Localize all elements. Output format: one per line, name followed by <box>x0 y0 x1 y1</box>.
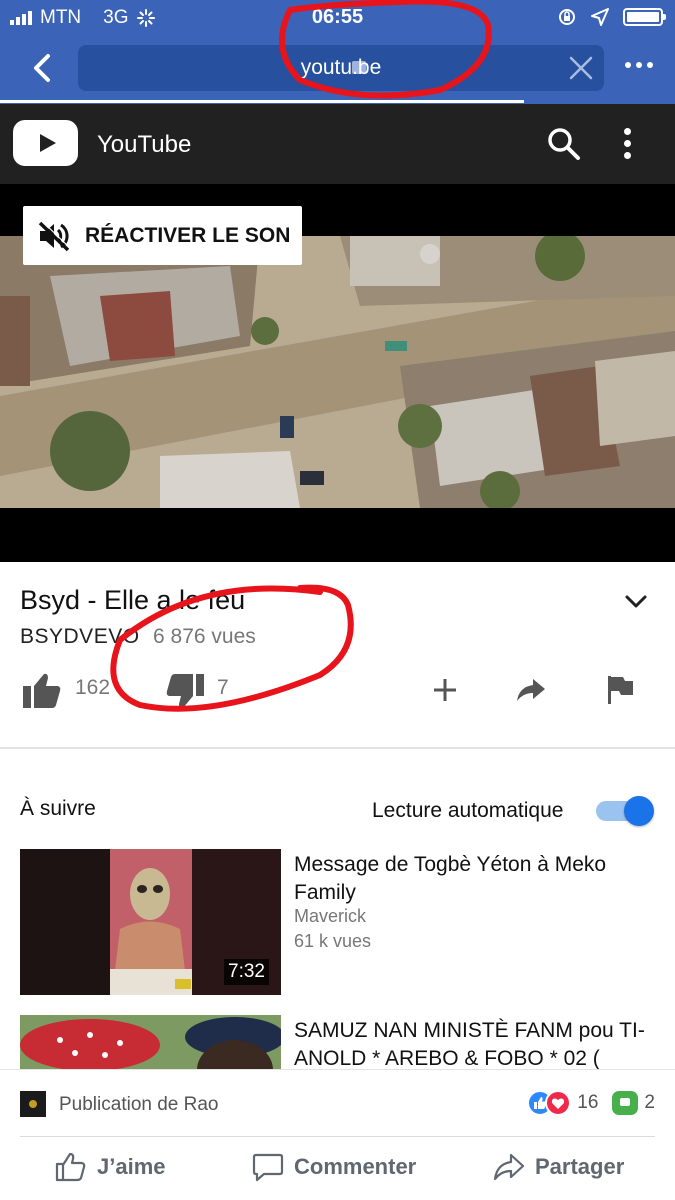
up-next-channel: Maverick <box>294 906 367 926</box>
browser-top-bar: MTN 3G 06:55 youtu.be <box>0 0 675 104</box>
battery-icon <box>623 8 666 26</box>
status-bar: MTN 3G 06:55 <box>0 0 675 36</box>
thumbs-up-outline-icon <box>55 1152 86 1182</box>
autoplay-label: Lecture automatique <box>372 799 564 822</box>
comment-icon <box>252 1153 284 1182</box>
love-reaction-icon <box>545 1090 572 1116</box>
comment-label: Commenter <box>294 1154 417 1179</box>
like-count: 162 <box>75 676 111 699</box>
share-label: Partager <box>535 1154 625 1179</box>
app-name: YouTube <box>97 131 192 158</box>
back-button[interactable] <box>28 52 58 84</box>
chevron-down-icon[interactable] <box>624 592 648 612</box>
reaction-count: 16 <box>577 1092 599 1113</box>
channel-name[interactable]: BSYDVEVO <box>20 625 140 649</box>
url-text: youtu.be <box>300 56 382 79</box>
video-duration: 7:32 <box>224 959 269 985</box>
divider <box>20 1136 655 1137</box>
like-button[interactable]: J’aime <box>55 1152 166 1182</box>
share-icon[interactable] <box>515 676 547 704</box>
volume-off-icon <box>38 220 71 252</box>
thumbs-down-icon[interactable] <box>165 672 205 710</box>
up-next-title[interactable]: SAMUZ NAN MINISTÈ FANM pou TI-ANOLD * AR… <box>294 1017 654 1069</box>
like-label: J’aime <box>97 1154 166 1179</box>
page-avatar[interactable] <box>20 1091 46 1117</box>
comment-count: 2 <box>644 1092 655 1113</box>
up-next-title[interactable]: Message de Togbè Yéton à Meko Family <box>294 851 654 907</box>
flag-icon[interactable] <box>605 674 635 706</box>
unmute-button[interactable]: RÉACTIVER LE SON <box>23 206 302 265</box>
more-horizontal-icon[interactable] <box>625 62 653 68</box>
video-actions: 162 7 <box>0 668 675 718</box>
share-button[interactable]: Partager <box>493 1152 624 1182</box>
up-next-item[interactable]: 7:32 Message de Togbè Yéton à Meko Famil… <box>20 849 655 997</box>
reactions-summary[interactable]: 16 2 <box>527 1090 655 1116</box>
add-to-playlist-icon[interactable] <box>431 676 459 704</box>
search-icon[interactable] <box>546 126 582 162</box>
divider <box>0 747 675 749</box>
autoplay-toggle[interactable] <box>596 796 656 826</box>
publication-label[interactable]: Publication de Rao <box>59 1094 219 1116</box>
video-thumbnail-image <box>20 1015 281 1069</box>
video-thumbnail[interactable] <box>20 1015 281 1069</box>
location-icon <box>591 8 609 26</box>
up-next-item[interactable]: SAMUZ NAN MINISTÈ FANM pou TI-ANOLD * AR… <box>20 1015 655 1069</box>
page-load-progress <box>0 100 524 103</box>
view-count: 6 876 vues <box>153 625 256 648</box>
up-next-views: 61 k vues <box>294 931 372 951</box>
unmute-label: RÉACTIVER LE SON <box>85 224 291 247</box>
dislike-count: 7 <box>217 676 229 699</box>
url-field[interactable]: youtu.be <box>78 45 604 91</box>
facebook-footer: Publication de Rao 16 2 J’aime Commenter… <box>0 1069 675 1200</box>
share-outline-icon <box>493 1153 525 1181</box>
up-next-heading: À suivre <box>20 797 96 820</box>
video-frame <box>0 236 675 508</box>
youtube-header: YouTube <box>0 104 675 184</box>
youtube-logo-icon[interactable] <box>13 120 78 166</box>
comment-button[interactable]: Commenter <box>252 1152 416 1182</box>
toggle-knob <box>624 796 654 826</box>
video-thumbnail[interactable]: 7:32 <box>20 849 281 995</box>
comment-count-icon <box>612 1091 639 1115</box>
video-thumbnail-image <box>0 236 675 508</box>
video-player[interactable]: RÉACTIVER LE SON <box>0 184 675 562</box>
more-vertical-icon[interactable] <box>624 128 631 159</box>
video-title: Bsyd - Elle a le feu <box>20 585 246 615</box>
thumbs-up-icon[interactable] <box>22 672 62 710</box>
close-icon[interactable] <box>568 55 594 81</box>
rotation-lock-icon <box>559 9 575 25</box>
